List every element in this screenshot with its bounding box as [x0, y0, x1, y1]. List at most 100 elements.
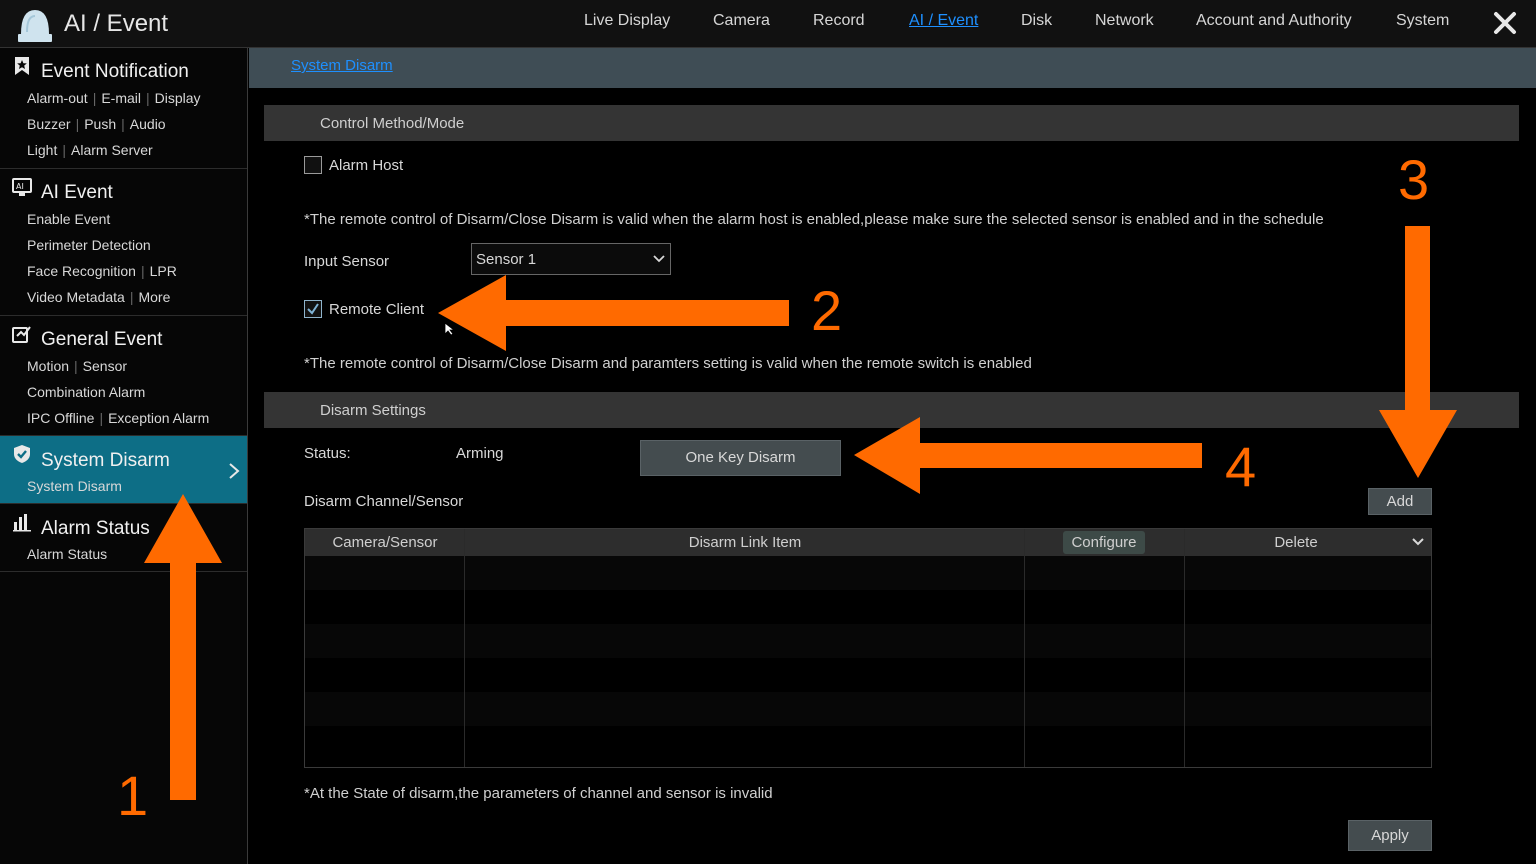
column-divider: [464, 529, 465, 767]
sidebar-group-alarm-status: Alarm Status Alarm Status: [0, 504, 247, 572]
sidebar-row: Motion | Sensor: [27, 358, 128, 374]
sidebar-row: Light | Alarm Server: [27, 142, 153, 158]
sidebar-title-alarm-status[interactable]: Alarm Status: [41, 518, 150, 540]
add-button[interactable]: Add: [1368, 488, 1432, 515]
sidebar-item-perimeter-detection[interactable]: Perimeter Detection: [27, 237, 151, 253]
nav-record[interactable]: Record: [813, 12, 865, 30]
annotation-number-3: 3: [1398, 148, 1430, 211]
nav-live-display[interactable]: Live Display: [584, 12, 670, 30]
nav-disk[interactable]: Disk: [1021, 12, 1052, 30]
app-title: AI / Event: [64, 10, 169, 37]
input-sensor-label: Input Sensor: [304, 253, 390, 270]
column-divider: [1184, 529, 1185, 767]
sidebar-row: Enable Event: [27, 211, 110, 227]
section-title: Control Method/Mode: [320, 115, 465, 132]
table-row: [305, 624, 1431, 658]
sidebar-row: Buzzer | Push | Audio: [27, 116, 166, 132]
sidebar-row: Alarm-out | E-mail | Display: [27, 90, 201, 106]
top-bar: AI / Event Live Display Camera Record AI…: [0, 0, 1536, 48]
breadcrumb: System Disarm: [249, 48, 1536, 88]
section-header-control: Control Method/Mode: [264, 105, 1519, 141]
sidebar-item-alarm-server[interactable]: Alarm Server: [71, 142, 153, 158]
nav-account-and-authority[interactable]: Account and Authority: [1196, 12, 1352, 30]
sidebar-title-system-disarm[interactable]: System Disarm: [41, 450, 170, 472]
alarm-host-checkbox[interactable]: [304, 156, 322, 174]
annotation-number-1: 1: [117, 764, 149, 827]
sidebar-group-event-notification: Event Notification Alarm-out | E-mail | Disp…: [0, 48, 247, 169]
sidebar-item-buzzer[interactable]: Buzzer: [27, 116, 71, 132]
section-header-disarm: Disarm Settings: [264, 392, 1519, 428]
shield-check-icon: [14, 445, 30, 463]
sidebar-row: Video Metadata | More: [27, 289, 171, 305]
sidebar-title-event-notification[interactable]: Event Notification: [41, 61, 189, 83]
sidebar-item-push[interactable]: Push: [84, 116, 116, 132]
input-sensor-value: Sensor 1: [476, 251, 537, 268]
chevron-down-icon: [653, 255, 665, 263]
column-camera-sensor: Camera/Sensor: [332, 534, 438, 551]
sidebar: Event Notification Alarm-out | E-mail | Disp…: [0, 48, 248, 864]
sidebar-group-ai-event: AI AI Event Enable Event Perimeter Detec…: [0, 169, 247, 316]
sidebar-row: Combination Alarm: [27, 384, 145, 400]
remote-client-note: *The remote control of Disarm/Close Disa…: [304, 355, 1032, 372]
sidebar-item-system-disarm[interactable]: System Disarm: [27, 478, 122, 494]
remote-client-checkbox[interactable]: [304, 300, 322, 318]
chevron-down-icon[interactable]: [1411, 537, 1425, 547]
sidebar-item-email[interactable]: E-mail: [101, 90, 141, 106]
table-row: [305, 692, 1431, 726]
sidebar-item-more[interactable]: More: [138, 289, 170, 305]
sidebar-group-system-disarm[interactable]: System Disarm System Disarm: [0, 436, 247, 504]
table-row: [305, 556, 1431, 590]
sidebar-row: System Disarm: [27, 478, 122, 494]
sidebar-item-audio[interactable]: Audio: [130, 116, 166, 132]
bookmark-star-icon: [15, 57, 29, 75]
sidebar-row: Alarm Status: [27, 546, 107, 562]
remote-client-label: Remote Client: [329, 301, 425, 318]
sidebar-title-general-event[interactable]: General Event: [41, 329, 162, 351]
status-label: Status:: [304, 445, 351, 462]
nav-ai-event[interactable]: AI / Event: [909, 12, 978, 30]
configure-button[interactable]: Configure: [1063, 531, 1145, 554]
svg-text:AI: AI: [16, 182, 24, 191]
bar-chart-icon: [13, 514, 31, 532]
input-sensor-select[interactable]: Sensor 1: [471, 243, 671, 275]
nav-camera[interactable]: Camera: [713, 12, 770, 30]
mouse-cursor-icon: [444, 322, 456, 336]
section-title: Disarm Settings: [320, 402, 426, 419]
sidebar-item-alarm-out[interactable]: Alarm-out: [27, 90, 88, 106]
sidebar-item-light[interactable]: Light: [27, 142, 57, 158]
apply-button[interactable]: Apply: [1348, 820, 1432, 851]
sidebar-item-sensor[interactable]: Sensor: [83, 358, 127, 374]
chevron-right-icon: [229, 463, 240, 479]
sidebar-item-video-metadata[interactable]: Video Metadata: [27, 289, 125, 305]
ai-camera-icon: AI: [12, 178, 32, 196]
sidebar-item-combination-alarm[interactable]: Combination Alarm: [27, 384, 145, 400]
sidebar-row: Face Recognition | LPR: [27, 263, 177, 279]
one-key-disarm-button[interactable]: One Key Disarm: [640, 440, 841, 476]
table-header: Camera/Sensor Disarm Link Item Configure…: [305, 529, 1431, 556]
sidebar-item-exception-alarm[interactable]: Exception Alarm: [108, 410, 209, 426]
main-panel: System Disarm Control Method/Mode Alarm …: [249, 48, 1536, 864]
sidebar-title-ai-event[interactable]: AI Event: [41, 182, 113, 204]
breadcrumb-system-disarm[interactable]: System Disarm: [291, 57, 393, 74]
sidebar-item-alarm-status[interactable]: Alarm Status: [27, 546, 107, 562]
sidebar-item-motion[interactable]: Motion: [27, 358, 69, 374]
sidebar-item-face-recognition[interactable]: Face Recognition: [27, 263, 136, 279]
nav-system[interactable]: System: [1396, 12, 1449, 30]
sidebar-item-ipc-offline[interactable]: IPC Offline: [27, 410, 94, 426]
sidebar-item-lpr[interactable]: LPR: [150, 263, 177, 279]
sidebar-group-general-event: General Event Motion | Sensor Combination …: [0, 316, 247, 436]
annotation-number-2: 2: [811, 279, 843, 342]
column-divider: [1024, 529, 1025, 767]
annotation-number-4: 4: [1225, 435, 1257, 498]
disarm-channel-label: Disarm Channel/Sensor: [304, 493, 464, 510]
sidebar-item-enable-event[interactable]: Enable Event: [27, 211, 110, 227]
alarm-host-note: *The remote control of Disarm/Close Disa…: [304, 211, 1324, 228]
alarm-light-icon: [18, 10, 52, 42]
sidebar-row: Perimeter Detection: [27, 237, 151, 253]
close-icon[interactable]: [1490, 8, 1520, 38]
column-delete: Delete: [1274, 534, 1318, 551]
nav-network[interactable]: Network: [1095, 12, 1154, 30]
status-value: Arming: [456, 445, 504, 462]
sidebar-item-display[interactable]: Display: [155, 90, 201, 106]
sidebar-row: IPC Offline | Exception Alarm: [27, 410, 210, 426]
